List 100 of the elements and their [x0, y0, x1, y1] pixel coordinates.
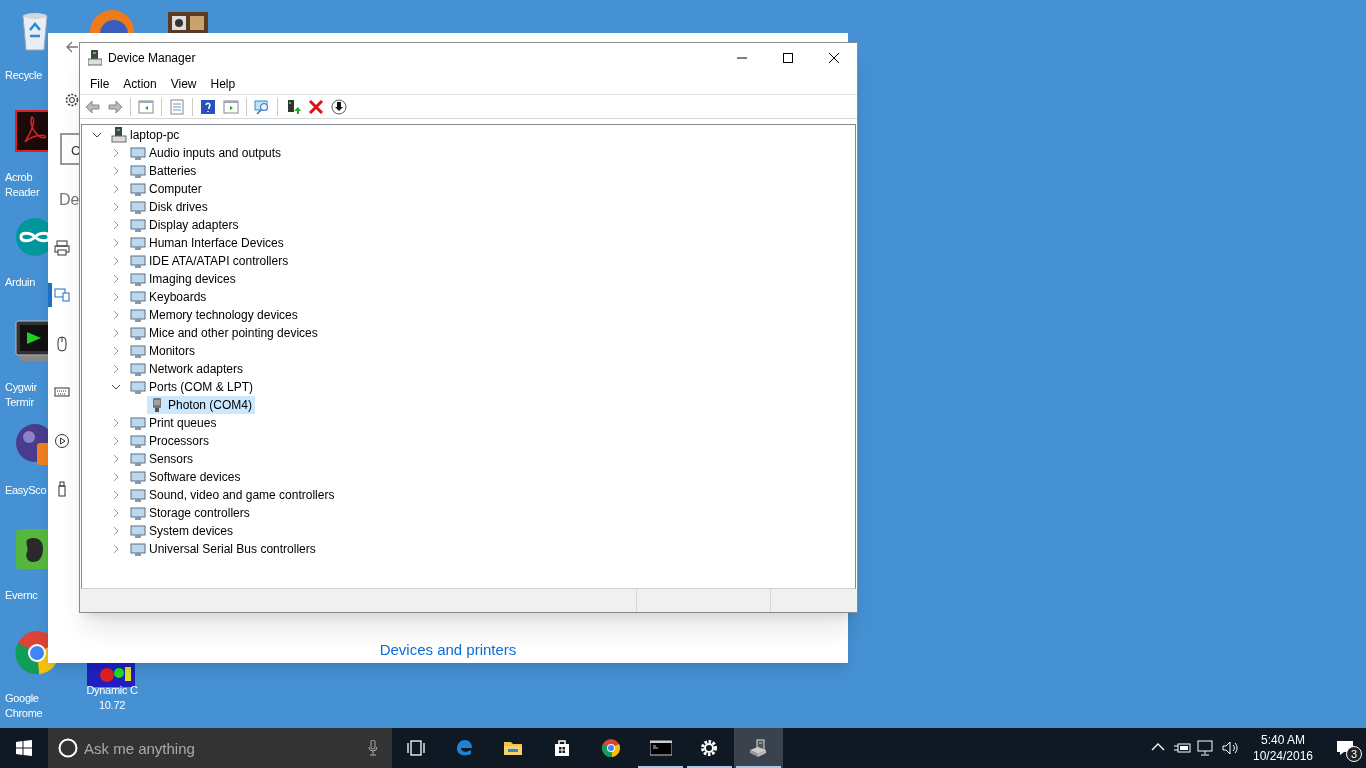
window-title: Device Manager — [108, 50, 197, 67]
tree-item[interactable]: System devices — [128, 522, 237, 540]
tree-item[interactable]: Mice and other pointing devices — [128, 324, 321, 342]
chrome-icon — [600, 738, 623, 758]
uninstall-icon[interactable] — [308, 98, 324, 115]
tree-item[interactable]: Network adapters — [128, 360, 247, 378]
device-icon — [130, 541, 146, 557]
radio-icon[interactable] — [168, 12, 208, 34]
icon-label: Google — [5, 691, 39, 706]
back-arrow-icon[interactable] — [65, 40, 79, 54]
device-icon — [130, 343, 146, 359]
device-icon — [130, 181, 146, 197]
devices-icon — [54, 287, 70, 303]
colorful-image-icon[interactable] — [87, 663, 135, 687]
icon-label: Chrome — [5, 706, 43, 721]
section-heading: De — [59, 190, 80, 210]
tree-item[interactable]: Display adapters — [128, 216, 242, 234]
tree-item[interactable]: Software devices — [128, 468, 244, 486]
device-icon — [130, 469, 146, 485]
device-icon — [130, 433, 146, 449]
document-icon[interactable] — [15, 110, 48, 152]
tree-item[interactable]: Computer — [128, 180, 205, 198]
circle-icon — [58, 738, 78, 758]
menu-item[interactable]: File — [83, 74, 117, 93]
tree-item[interactable]: Print queues — [128, 414, 220, 432]
clock-date: 10/24/2016 — [1252, 748, 1314, 764]
device-icon — [130, 235, 146, 251]
search-field[interactable]: Ask me anything — [48, 728, 392, 768]
elephant-icon[interactable] — [15, 528, 48, 570]
device-icon — [130, 289, 146, 305]
device-icon — [130, 451, 146, 467]
tree-item[interactable]: Audio inputs and outputs — [128, 144, 285, 162]
tree-item[interactable]: Memory technology devices — [128, 306, 301, 324]
tree-item[interactable]: Human Interface Devices — [128, 234, 287, 252]
icon-label: Reader — [5, 185, 40, 200]
computer-icon — [88, 50, 102, 66]
device-icon — [130, 163, 146, 179]
device-icon — [130, 271, 146, 287]
mouse-icon — [54, 336, 70, 352]
tree-item[interactable]: Universal Serial Bus controllers — [128, 540, 319, 558]
command-prompt-icon — [649, 738, 672, 758]
menu-item[interactable]: View — [163, 74, 204, 93]
task-view-icon — [406, 738, 426, 758]
device-icon — [130, 487, 146, 503]
tree-item[interactable]: Sound, video and game controllers — [128, 486, 338, 504]
clock-time: 5:40 AM — [1261, 732, 1305, 748]
tree-item[interactable]: IDE ATA/ATAPI controllers — [128, 252, 292, 270]
devices-and-printers-link[interactable]: Devices and printers — [379, 641, 517, 658]
tree-item[interactable]: Ports (COM & LPT) — [128, 378, 256, 396]
maximize-icon — [783, 53, 793, 63]
computer-taskbar-button[interactable] — [734, 728, 783, 768]
tree-item[interactable]: Imaging devices — [128, 270, 239, 288]
tree-item[interactable]: Photon (COM4) — [147, 396, 256, 414]
device-icon — [130, 307, 146, 323]
icon-label: Termir — [5, 395, 34, 410]
icon-label: EasySco — [5, 483, 47, 498]
console-tree-icon[interactable] — [138, 98, 154, 115]
terminal-icon[interactable] — [15, 320, 48, 362]
monitor-search-icon[interactable] — [254, 98, 270, 115]
device-icon — [130, 199, 146, 215]
download-icon[interactable] — [331, 98, 347, 115]
printer-icon — [54, 240, 70, 256]
menu-item[interactable]: Action — [116, 74, 164, 93]
device-icon — [130, 253, 146, 269]
icon-label: Acrob — [5, 170, 33, 185]
tree-item[interactable]: Storage controllers — [128, 504, 253, 522]
clock[interactable]: 5:40 AM 10/24/2016 — [1244, 728, 1322, 768]
notification-count: 3 — [1346, 746, 1362, 762]
tree-item[interactable]: Processors — [128, 432, 213, 450]
device-icon — [130, 325, 146, 341]
collapse-chevron-icon[interactable] — [109, 382, 122, 392]
device-icon — [130, 217, 146, 233]
tree-item[interactable]: Batteries — [128, 162, 200, 180]
tree-item[interactable]: Sensors — [128, 450, 197, 468]
icon-label: Dynamic C — [85, 683, 139, 698]
computer-icon — [111, 127, 127, 143]
tree-item[interactable]: laptop-pc — [109, 126, 183, 144]
forward-arrow-icon[interactable] — [107, 98, 123, 115]
device-icon — [130, 379, 146, 395]
icon-label: Recycle — [5, 68, 43, 83]
windows-logo-icon — [16, 740, 32, 756]
tree-item[interactable]: Monitors — [128, 342, 198, 360]
driver-update-icon[interactable] — [285, 98, 301, 115]
device-icon — [130, 523, 146, 539]
device-icon — [130, 361, 146, 377]
icon-label: Cygwir — [5, 380, 37, 395]
close-icon — [829, 53, 839, 63]
collapse-chevron-icon[interactable] — [90, 130, 103, 140]
device-icon — [130, 415, 146, 431]
menu-item[interactable]: Help — [203, 74, 243, 93]
device-icon — [130, 505, 146, 521]
autoplay-icon — [54, 433, 70, 449]
icon-label: Evernc — [5, 588, 38, 603]
microphone-icon[interactable] — [368, 740, 378, 756]
tree-item[interactable]: Keyboards — [128, 288, 210, 306]
settings-icon[interactable] — [64, 92, 80, 108]
action-center-button[interactable]: 3 — [1326, 728, 1366, 768]
tree-item[interactable]: Disk drives — [128, 198, 211, 216]
action-pane-icon[interactable] — [223, 98, 239, 115]
help-icon[interactable] — [200, 98, 216, 115]
